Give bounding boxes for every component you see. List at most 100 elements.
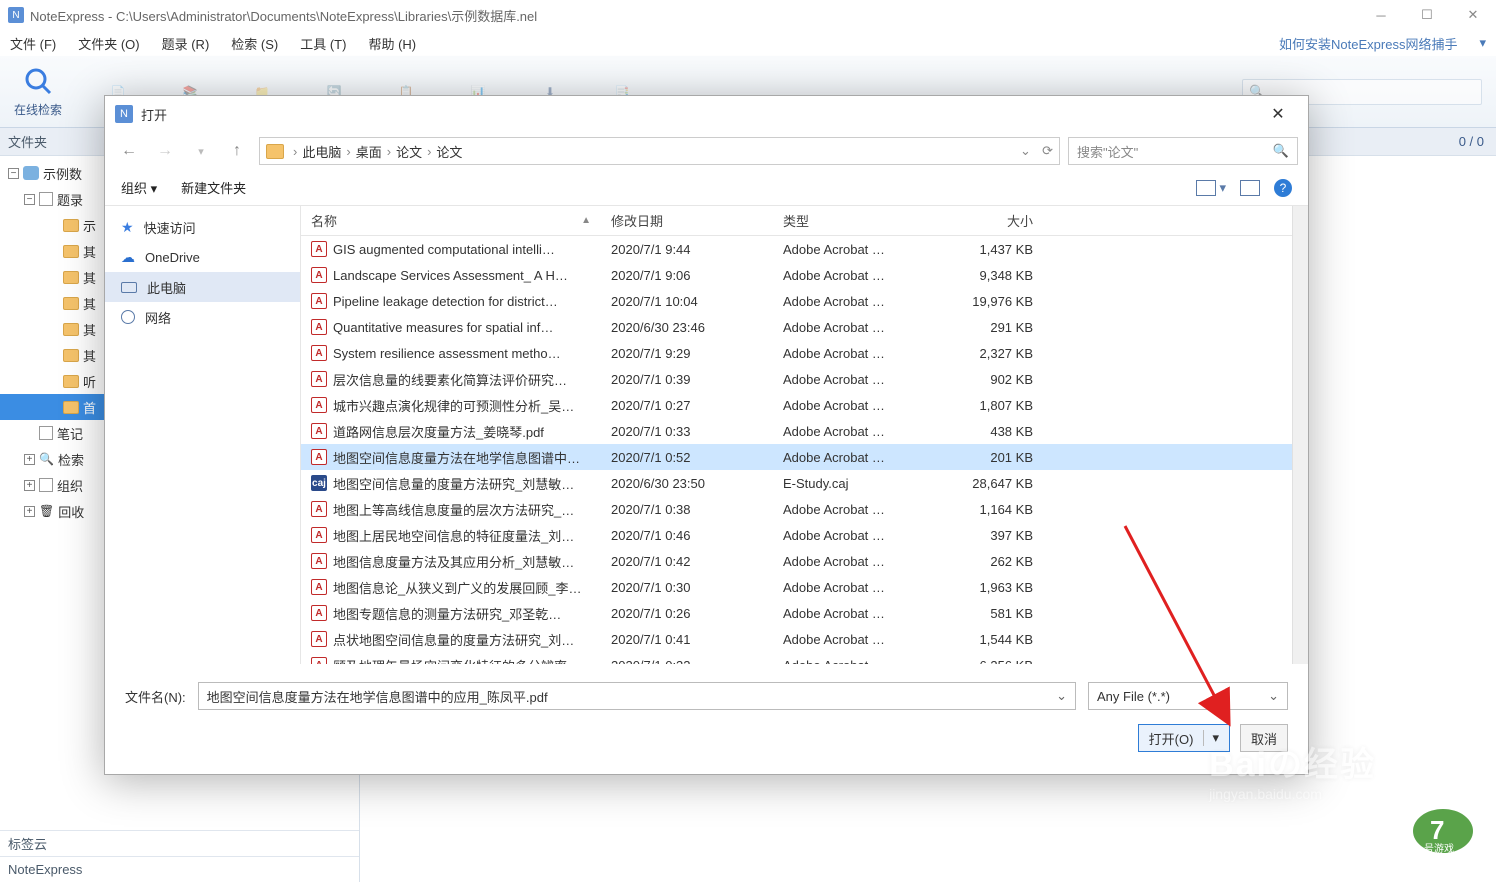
file-date: 2020/7/1 0:39 (601, 372, 773, 387)
file-date: 2020/7/1 10:04 (601, 294, 773, 309)
file-row[interactable]: AGIS augmented computational intelli…202… (301, 236, 1292, 262)
menu-record[interactable]: 题录 (R) (162, 34, 210, 53)
file-name: System resilience assessment metho… (333, 346, 561, 361)
chevron-down-icon[interactable]: ▾ (1479, 35, 1486, 51)
col-date[interactable]: 修改日期 (601, 211, 773, 230)
nav-up-button[interactable]: ↑ (223, 137, 251, 165)
file-type: Adobe Acrobat … (773, 320, 933, 335)
file-row[interactable]: ALandscape Services Assessment_ A H…2020… (301, 262, 1292, 288)
toolbar-online-search[interactable]: 在线检索 (14, 65, 62, 118)
sidebar-quick-access[interactable]: ★快速访问 (105, 212, 300, 242)
scrollbar[interactable] (1292, 206, 1308, 664)
folder-icon (63, 245, 79, 258)
file-row[interactable]: ASystem resilience assessment metho…2020… (301, 340, 1292, 366)
help-button[interactable]: ? (1274, 179, 1292, 197)
breadcrumb[interactable]: › 此电脑› 桌面› 论文› 论文 ⌄ ⟳ (259, 137, 1060, 165)
file-row[interactable]: A城市兴趣点演化规律的可预测性分析_吴…2020/7/1 0:27Adobe A… (301, 392, 1292, 418)
file-row[interactable]: APipeline leakage detection for district… (301, 288, 1292, 314)
chevron-down-icon[interactable]: ⌄ (1020, 143, 1031, 159)
organize-button[interactable]: 组织 ▾ (121, 178, 157, 197)
file-name: 地图上居民地空间信息的特征度量法_刘… (333, 526, 574, 545)
app-titlebar: N NoteExpress - C:\Users\Administrator\D… (0, 0, 1496, 30)
col-name[interactable]: 名称▲ (301, 211, 601, 230)
watermark: Baiの经验 jingyan.baidu.com (1209, 737, 1376, 802)
note-icon (39, 426, 53, 440)
file-size: 397 KB (933, 528, 1043, 543)
svg-text:号游戏: 号游戏 (1424, 842, 1454, 855)
minimize-button[interactable]: ─ (1358, 0, 1404, 30)
file-date: 2020/7/1 9:06 (601, 268, 773, 283)
breadcrumb-seg[interactable]: 论文 (436, 142, 462, 161)
menu-help[interactable]: 帮助 (H) (368, 34, 416, 53)
section-noteexpress[interactable]: NoteExpress (0, 856, 359, 882)
file-date: 2020/7/1 0:41 (601, 632, 773, 647)
refresh-icon[interactable]: ⟳ (1042, 143, 1053, 159)
col-type[interactable]: 类型 (773, 211, 933, 230)
breadcrumb-seg[interactable]: 此电脑› (302, 142, 353, 161)
view-menu-button[interactable]: ▾ (1196, 180, 1226, 196)
breadcrumb-seg[interactable]: 桌面› (356, 142, 394, 161)
file-date: 2020/7/1 0:33 (601, 424, 773, 439)
file-size: 1,437 KB (933, 242, 1043, 257)
file-name: 地图空间信息量的度量方法研究_刘慧敏… (333, 474, 574, 493)
newfolder-button[interactable]: 新建文件夹 (181, 178, 246, 197)
pdf-icon: A (311, 657, 327, 664)
file-name: Pipeline leakage detection for district… (333, 294, 558, 309)
sidebar-this-pc[interactable]: 此电脑 (105, 272, 300, 302)
file-size: 2,327 KB (933, 346, 1043, 361)
section-tags[interactable]: 标签云 (0, 830, 359, 856)
chevron-down-icon[interactable]: ⌄ (1056, 688, 1067, 704)
dialog-search-input[interactable]: 搜索"论文" 🔍 (1068, 137, 1298, 165)
file-row[interactable]: A地图信息度量方法及其应用分析_刘慧敏…2020/7/1 0:42Adobe A… (301, 548, 1292, 574)
app-icon: N (115, 105, 133, 123)
file-row[interactable]: A地图专题信息的测量方法研究_邓圣乾…2020/7/1 0:26Adobe Ac… (301, 600, 1292, 626)
menu-tools[interactable]: 工具 (T) (300, 34, 346, 53)
folder-icon (63, 401, 79, 414)
file-row[interactable]: A层次信息量的线要素化简算法评价研究…2020/7/1 0:39Adobe Ac… (301, 366, 1292, 392)
file-date: 2020/7/1 0:27 (601, 398, 773, 413)
breadcrumb-seg[interactable]: 论文› (396, 142, 434, 161)
file-date: 2020/7/1 0:46 (601, 528, 773, 543)
file-row[interactable]: A地图上居民地空间信息的特征度量法_刘…2020/7/1 0:46Adobe A… (301, 522, 1292, 548)
file-row[interactable]: A点状地图空间信息量的度量方法研究_刘…2020/7/1 0:41Adobe A… (301, 626, 1292, 652)
dialog-sidebar: ★快速访问 ☁OneDrive 此电脑 网络 (105, 206, 301, 664)
folder-icon (63, 375, 79, 388)
file-size: 291 KB (933, 320, 1043, 335)
install-link[interactable]: 如何安装NoteExpress网络捕手 (1279, 34, 1457, 53)
menu-folder[interactable]: 文件夹 (O) (78, 34, 139, 53)
file-row[interactable]: A道路网信息层次度量方法_姜晓琴.pdf2020/7/1 0:33Adobe A… (301, 418, 1292, 444)
file-type: Adobe Acrobat … (773, 658, 933, 665)
search-icon: 🔍 (1273, 143, 1289, 159)
file-row[interactable]: A地图空间信息度量方法在地学信息图谱中…2020/7/1 0:52Adobe A… (301, 444, 1292, 470)
nav-history-button[interactable]: ▾ (187, 137, 215, 165)
pdf-icon: A (311, 527, 327, 543)
close-button[interactable]: ✕ (1450, 0, 1496, 30)
file-type: Adobe Acrobat … (773, 580, 933, 595)
maximize-button[interactable]: ☐ (1404, 0, 1450, 30)
open-dialog: N 打开 ✕ ← → ▾ ↑ › 此电脑› 桌面› 论文› 论文 ⌄ ⟳ 搜索"… (104, 95, 1309, 775)
pdf-icon: A (311, 605, 327, 621)
filetype-filter[interactable]: Any File (*.*) ⌄ (1088, 682, 1288, 710)
sidebar-onedrive[interactable]: ☁OneDrive (105, 242, 300, 272)
file-date: 2020/6/30 23:50 (601, 476, 773, 491)
file-size: 28,647 KB (933, 476, 1043, 491)
preview-button[interactable] (1240, 180, 1260, 196)
col-size[interactable]: 大小 (933, 211, 1043, 230)
pdf-icon: A (311, 449, 327, 465)
filename-input[interactable]: 地图空间信息度量方法在地学信息图谱中的应用_陈凤平.pdf ⌄ (198, 682, 1076, 710)
trash-icon: 🗑 (39, 504, 54, 518)
nav-back-button[interactable]: ← (115, 137, 143, 165)
file-row[interactable]: A地图信息论_从狭义到广义的发展回顾_李…2020/7/1 0:30Adobe … (301, 574, 1292, 600)
file-row[interactable]: A地图上等高线信息度量的层次方法研究_…2020/7/1 0:38Adobe A… (301, 496, 1292, 522)
menu-file[interactable]: 文件 (F) (10, 34, 56, 53)
nav-forward-button[interactable]: → (151, 137, 179, 165)
file-row[interactable]: caj地图空间信息量的度量方法研究_刘慧敏…2020/6/30 23:50E-S… (301, 470, 1292, 496)
pdf-icon: A (311, 423, 327, 439)
dialog-close-button[interactable]: ✕ (1258, 99, 1298, 129)
file-row[interactable]: A顾及地理矢量场空间变化特征的多分辨率…2020/7/1 0:32Adobe A… (301, 652, 1292, 664)
sidebar-network[interactable]: 网络 (105, 302, 300, 332)
file-date: 2020/7/1 0:26 (601, 606, 773, 621)
file-row[interactable]: AQuantitative measures for spatial inf…2… (301, 314, 1292, 340)
menu-search[interactable]: 检索 (S) (231, 34, 278, 53)
list-header: 名称▲ 修改日期 类型 大小 (301, 206, 1292, 236)
